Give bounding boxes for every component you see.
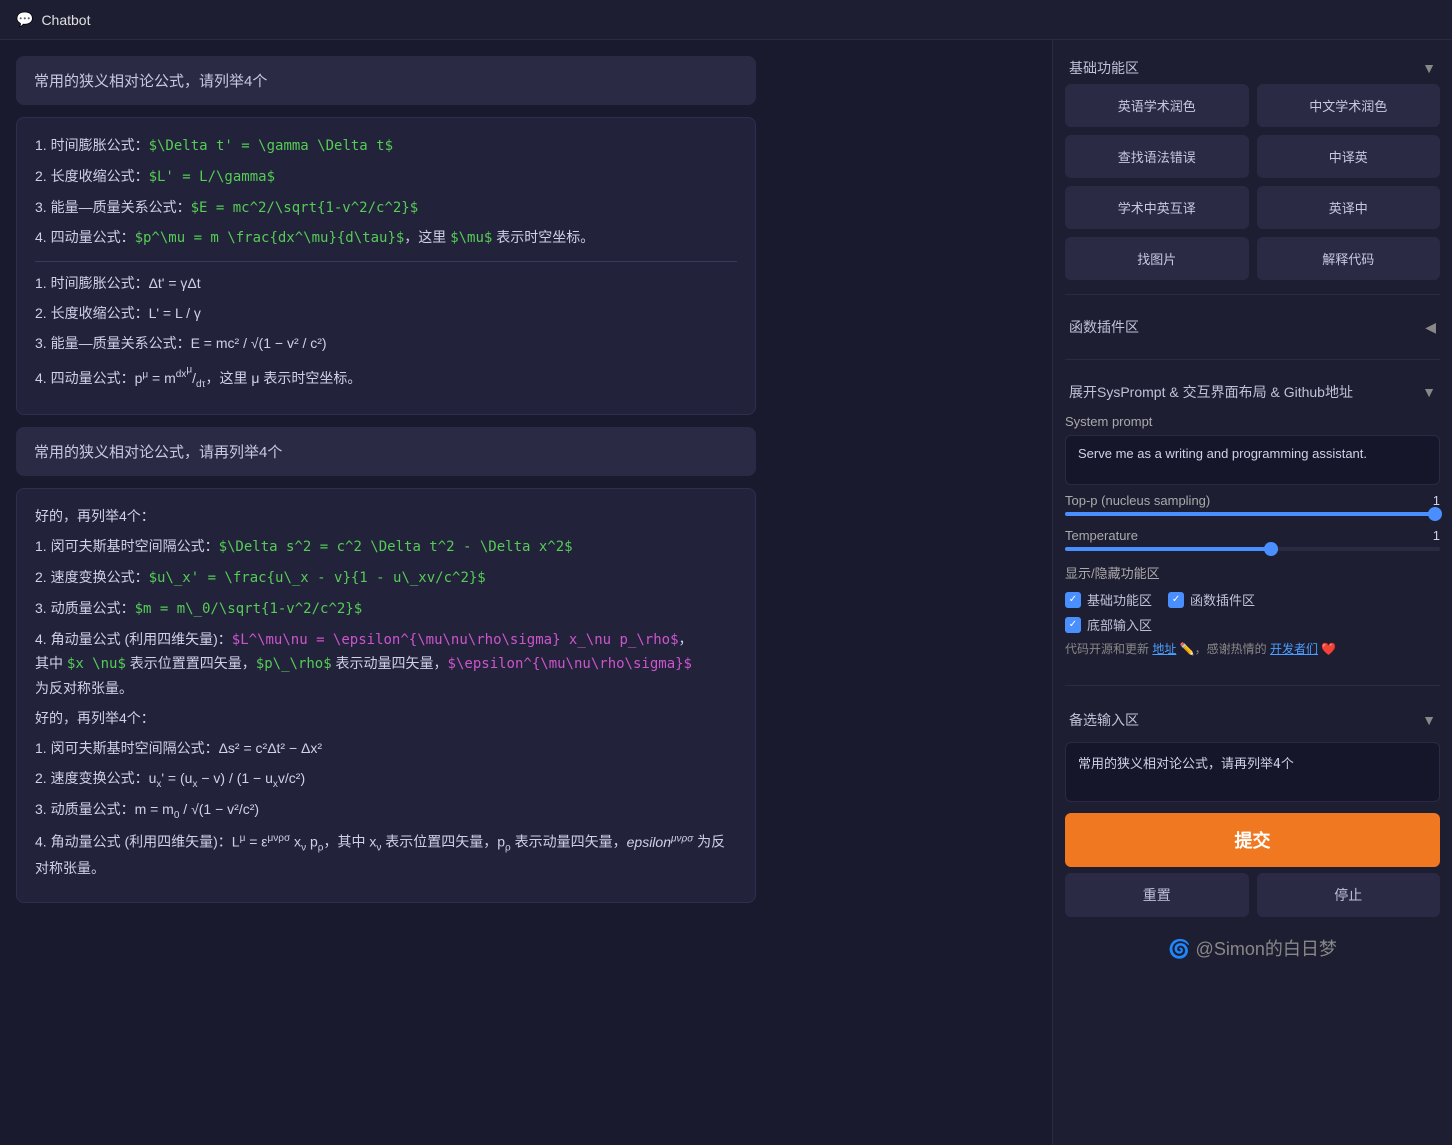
temperature-row: Temperature 1 [1065,528,1440,543]
assistant-message-2: 好的，再列举4个： 1. 闵可夫斯基时空间隔公式：$\Delta s^2 = c… [16,488,756,903]
chat-area: 常用的狭义相对论公式，请列举4个 1. 时间膨胀公式：$\Delta t' = … [0,40,1052,1145]
sysprompt-title: 展开SysPrompt & 交互界面布局 & Github地址 [1069,382,1353,402]
formula-1-latex: $\Delta t' = \gamma \Delta t$ [149,138,393,154]
plugin-section-header: 函数插件区 ◀ [1065,309,1440,345]
top-p-thumb [1428,507,1442,521]
top-p-value: 1 [1433,493,1440,508]
credit-line: 代码开源和更新 地址 ✏️，感谢热情的 开发者们 ❤️ [1065,640,1440,657]
credit-contrib-link[interactable]: 开发者们 [1270,642,1318,656]
checkbox-bottom-input-box: ✓ [1065,617,1081,633]
credit-link[interactable]: 地址 [1152,642,1176,656]
bottom-btn-row: 重置 停止 [1065,873,1440,917]
temperature-thumb [1264,542,1278,556]
app-title: Chatbot [41,12,90,28]
credit-heart: ❤️ [1321,642,1336,656]
visibility-title: 显示/隐藏功能区 [1065,563,1440,582]
weibo-text: 🌀 @Simon的白日梦 [1168,939,1337,959]
checkbox-bottom-input-label: 底部输入区 [1087,615,1152,634]
sysprompt-header[interactable]: 展开SysPrompt & 交互界面布局 & Github地址 ▼ [1065,374,1440,410]
system-prompt-label: System prompt [1065,414,1440,429]
user-message-2-text: 常用的狭义相对论公式，请再列举4个 [34,444,282,461]
checkbox-plugin[interactable]: ✓ 函数插件区 [1168,590,1255,609]
sysprompt-content: System prompt Serve me as a writing and … [1065,410,1440,671]
temperature-slider[interactable] [1065,547,1440,551]
sysprompt-section: 展开SysPrompt & 交互界面布局 & Github地址 ▼ System… [1065,374,1440,671]
assistant-message-1: 1. 时间膨胀公式：$\Delta t' = \gamma \Delta t$ … [16,117,756,415]
chat-icon: 💬 [16,11,33,28]
alt-input-title: 备选输入区 [1069,710,1139,730]
sidebar: 基础功能区 ▼ 英语学术润色 中文学术润色 查找语法错误 中译英 学术中英互译 … [1052,40,1452,1145]
sysprompt-toggle-arrow: ▼ [1422,384,1436,400]
main-layout: 常用的狭义相对论公式，请列举4个 1. 时间膨胀公式：$\Delta t' = … [0,40,1452,1145]
formula-4-latex: $p^\mu = m \frac{dx^\mu}{d\tau}$ [135,230,405,246]
top-p-fill [1065,512,1440,516]
temperature-value: 1 [1433,528,1440,543]
alt-input-textarea[interactable]: 常用的狭义相对论公式，请再列举4个 [1065,742,1440,802]
plugin-section: 函数插件区 ◀ [1065,309,1440,345]
btn-grammar-check[interactable]: 查找语法错误 [1065,135,1249,178]
assistant-msg1-rendered: 1. 时间膨胀公式：Δt' = γΔt 2. 长度收缩公式：L' = L / γ… [35,272,737,392]
basic-functions-title: 基础功能区 [1069,58,1139,78]
submit-button[interactable]: 提交 [1065,813,1440,867]
user-message-2: 常用的狭义相对论公式，请再列举4个 [16,427,756,476]
checkbox-basic-label: 基础功能区 [1087,590,1152,609]
assistant-msg1-latex: 1. 时间膨胀公式：$\Delta t' = \gamma \Delta t$ … [35,134,737,251]
top-p-slider[interactable] [1065,512,1440,516]
alt-input-header: 备选输入区 ▼ [1065,704,1440,736]
top-p-row: Top-p (nucleus sampling) 1 [1065,493,1440,508]
checkbox-row-2: ✓ 底部输入区 [1065,615,1440,634]
plugin-arrow: ◀ [1425,319,1436,336]
btn-explain-code[interactable]: 解释代码 [1257,237,1441,280]
checkbox-basic-box: ✓ [1065,592,1081,608]
alt-input-section: 备选输入区 ▼ 常用的狭义相对论公式，请再列举4个 提交 重置 停止 [1065,704,1440,917]
formula-2-latex: $L' = L/\gamma$ [149,169,275,185]
checkbox-row-1: ✓ 基础功能区 ✓ 函数插件区 [1065,590,1440,609]
checkbox-bottom-input[interactable]: ✓ 底部输入区 [1065,615,1152,634]
assistant-msg2-latex: 1. 闵可夫斯基时空间隔公式：$\Delta s^2 = c^2 \Delta … [35,535,737,701]
btn-find-image[interactable]: 找图片 [1065,237,1249,280]
assistant-msg2-rendered: 1. 闵可夫斯基时空间隔公式：Δs² = c²Δt² − Δx² 2. 速度变换… [35,737,737,881]
top-p-label: Top-p (nucleus sampling) [1065,493,1210,508]
temperature-fill [1065,547,1271,551]
assistant-msg2-intro: 好的，再列举4个： [35,505,737,529]
plugin-section-title: 函数插件区 [1069,317,1139,337]
checkbox-plugin-box: ✓ [1168,592,1184,608]
divider-basic-plugin [1065,294,1440,295]
stop-button[interactable]: 停止 [1257,873,1441,917]
formula-4-mu: $\mu$ [450,230,492,246]
app-header: 💬 Chatbot [0,0,1452,40]
btn-english-polish[interactable]: 英语学术润色 [1065,84,1249,127]
divider-1 [35,261,737,262]
checkbox-basic[interactable]: ✓ 基础功能区 [1065,590,1152,609]
btn-english-to-chinese[interactable]: 英译中 [1257,186,1441,229]
alt-input-arrow: ▼ [1422,712,1436,728]
btn-chinese-polish[interactable]: 中文学术润色 [1257,84,1441,127]
reset-button[interactable]: 重置 [1065,873,1249,917]
btn-academic-translate[interactable]: 学术中英互译 [1065,186,1249,229]
basic-functions-arrow: ▼ [1422,60,1436,76]
checkbox-plugin-label: 函数插件区 [1190,590,1255,609]
basic-functions-header: 基础功能区 ▼ [1065,52,1440,84]
user-message-1-text: 常用的狭义相对论公式，请列举4个 [34,73,267,90]
credit-text1: 代码开源和更新 [1065,642,1149,656]
user-message-1: 常用的狭义相对论公式，请列举4个 [16,56,756,105]
divider-plugin-sysprompt [1065,359,1440,360]
visibility-section: 显示/隐藏功能区 ✓ 基础功能区 ✓ 函数插件区 ✓ [1065,563,1440,634]
formula-3-latex: $E = mc^2/\sqrt{1-v^2/c^2}$ [191,200,419,216]
divider-sysprompt-alt [1065,685,1440,686]
btn-chinese-to-english[interactable]: 中译英 [1257,135,1441,178]
weibo-watermark: 🌀 @Simon的白日梦 [1065,927,1440,969]
system-prompt-value: Serve me as a writing and programming as… [1065,435,1440,485]
credit-pencil: ✏️ [1180,642,1195,656]
temperature-label: Temperature [1065,528,1138,543]
basic-functions-grid: 英语学术润色 中文学术润色 查找语法错误 中译英 学术中英互译 英译中 找图片 … [1065,84,1440,280]
basic-functions-section: 基础功能区 ▼ 英语学术润色 中文学术润色 查找语法错误 中译英 学术中英互译 … [1065,52,1440,280]
